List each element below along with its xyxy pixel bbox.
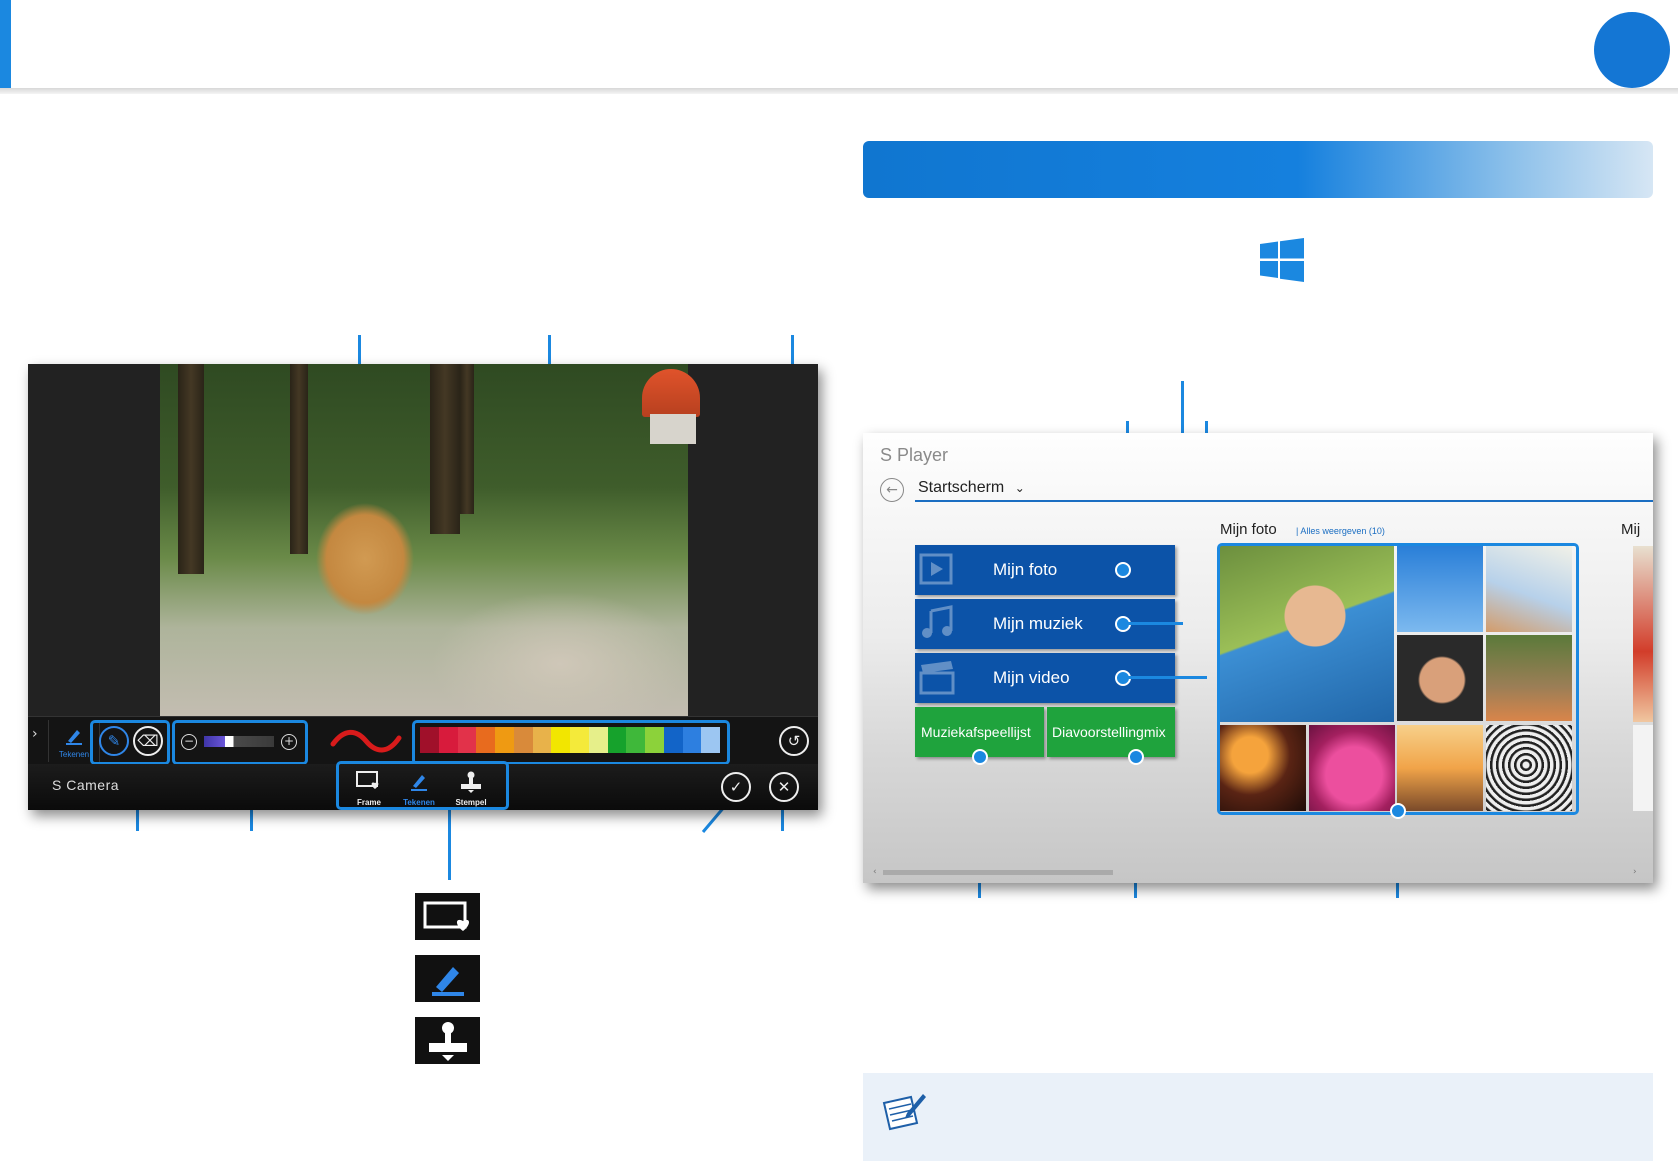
- tile-slideshow-mix-label: Diavoorstellingmix: [1052, 724, 1166, 740]
- back-arrow-icon[interactable]: ←: [880, 478, 904, 502]
- show-all-link[interactable]: | Alles weergeven (10): [1296, 526, 1385, 536]
- nav-underline: [915, 500, 1653, 502]
- music-note-icon: [922, 605, 953, 638]
- house-roof: [642, 369, 700, 417]
- tile-my-video[interactable]: Mijn video: [915, 653, 1207, 703]
- tile-my-photo-label: Mijn foto: [993, 560, 1058, 579]
- callout-dot: [972, 749, 988, 765]
- tile-my-video-label: Mijn video: [993, 668, 1070, 687]
- pen-icon: [66, 730, 82, 745]
- confirm-button[interactable]: ✓: [721, 772, 751, 802]
- callout-line-tabs: [448, 808, 451, 880]
- size-highlight: [172, 720, 308, 765]
- tree-trunk: [430, 364, 460, 534]
- tabs-highlight: [336, 761, 509, 810]
- s-camera-screenshot: › Tekenen ✎ ⌫ − + ↺ S Camera Frame Teken…: [28, 364, 818, 810]
- note-box: [863, 1073, 1653, 1161]
- photo-thumb-next[interactable]: [1633, 546, 1653, 722]
- header-accent-bar: [0, 0, 11, 93]
- scroll-left-icon[interactable]: ‹: [873, 867, 877, 877]
- photo-thumb-next-small[interactable]: [1633, 725, 1653, 811]
- chevron-down-icon: ⌄: [1014, 481, 1025, 495]
- camera-app-title: S Camera: [52, 777, 120, 793]
- legend-frame: [415, 893, 480, 940]
- s-player-screenshot: S Player ← Startscherm ⌄ Mijn foto Mijn …: [863, 433, 1653, 883]
- note-pencil-icon: [882, 1094, 926, 1131]
- undo-button[interactable]: ↺: [779, 726, 809, 756]
- clapperboard-icon: [919, 661, 955, 695]
- callout-line: [1127, 622, 1183, 625]
- house-wall: [650, 414, 696, 444]
- photos-section-title: Mijn foto: [1220, 521, 1277, 538]
- pen-eraser-highlight: [90, 720, 170, 765]
- nav-dropdown[interactable]: Startscherm ⌄: [918, 479, 1025, 497]
- photos-highlight: [1217, 543, 1579, 815]
- chapter-badge: [1594, 12, 1670, 88]
- windows-logo-icon: [1260, 238, 1304, 282]
- stamp-icon: [429, 1022, 467, 1061]
- callout-line: [1127, 676, 1207, 679]
- play-icon: [919, 553, 953, 585]
- tree-trunk: [178, 364, 204, 574]
- palette-highlight: [412, 720, 730, 765]
- legend-draw: [415, 955, 480, 1002]
- next-section-title: Mij: [1621, 521, 1641, 538]
- tile-music-playlist[interactable]: Muziekafspeellijst: [915, 707, 1044, 765]
- callout-dot: [1115, 562, 1131, 578]
- callout-dot: [1128, 749, 1144, 765]
- scroll-right-icon[interactable]: ›: [1633, 867, 1637, 877]
- expand-chevron-icon[interactable]: ›: [32, 726, 38, 742]
- tree-trunk: [460, 364, 474, 514]
- frame-heart-icon: [423, 901, 470, 931]
- horizontal-scrollbar[interactable]: ‹ ›: [873, 867, 1643, 877]
- player-app-title: S Player: [880, 445, 949, 465]
- close-button[interactable]: ✕: [769, 772, 799, 802]
- header-rule: [0, 88, 1678, 94]
- legend-stamp: [415, 1017, 480, 1064]
- scroll-thumb[interactable]: [883, 870, 1113, 875]
- tile-my-photo[interactable]: Mijn foto: [915, 545, 1175, 595]
- dog-photo: [160, 364, 700, 716]
- tile-slideshow-mix[interactable]: Diavoorstellingmix: [1047, 707, 1175, 765]
- nav-dropdown-label: Startscherm: [918, 479, 1005, 496]
- tile-my-music-label: Mijn muziek: [993, 614, 1083, 633]
- pen-icon: [432, 967, 464, 996]
- stroke-preview-icon: [330, 729, 402, 753]
- tree-trunk: [290, 364, 308, 554]
- callout-dot: [1390, 803, 1406, 819]
- tile-my-music[interactable]: Mijn muziek: [915, 599, 1183, 649]
- section-heading-bar: [863, 141, 1653, 198]
